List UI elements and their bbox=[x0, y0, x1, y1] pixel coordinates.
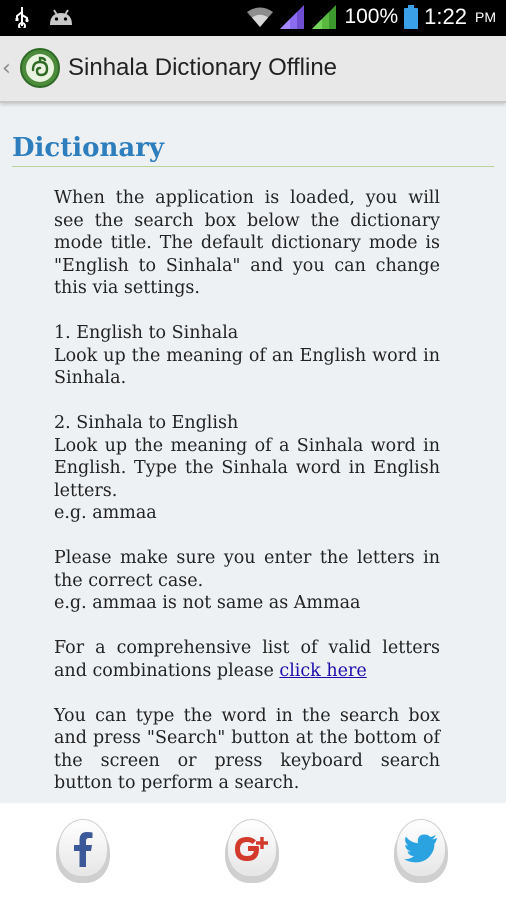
app-logo[interactable] bbox=[20, 48, 60, 88]
letters-text: For a comprehensive list of valid letter… bbox=[54, 638, 440, 681]
mode1-description: Look up the meaning of an English word i… bbox=[54, 345, 440, 389]
section-title: Dictionary bbox=[12, 133, 165, 163]
clock-time: 1:22 bbox=[424, 4, 467, 29]
mode2-description: Look up the meaning of a Sinhala word in… bbox=[54, 435, 440, 501]
google-plus-icon bbox=[235, 837, 268, 861]
mode1-paragraph: 1. English to Sinhala Look up the meanin… bbox=[54, 322, 440, 390]
share-bar bbox=[0, 803, 506, 900]
signal-sim2-icon bbox=[312, 5, 337, 29]
battery-percent: 100% bbox=[344, 5, 399, 28]
twitter-share-button[interactable] bbox=[394, 819, 448, 883]
mode1-title: 1. English to Sinhala bbox=[54, 323, 239, 343]
title-divider bbox=[12, 166, 494, 167]
sinhala-letter-icon bbox=[31, 56, 49, 77]
help-content[interactable]: Dictionary When the application is loade… bbox=[0, 103, 506, 803]
letters-paragraph: For a comprehensive list of valid letter… bbox=[54, 637, 440, 682]
app-title: Sinhala Dictionary Offline bbox=[68, 54, 338, 81]
status-bar: 100% 1:22 PM bbox=[0, 0, 506, 36]
battery-icon bbox=[404, 5, 419, 29]
search-tip-paragraph: You can type the word in the search box … bbox=[54, 705, 440, 794]
clock-ampm: PM bbox=[475, 9, 496, 25]
case-paragraph: Please make sure you enter the letters i… bbox=[54, 547, 440, 615]
back-chevron-icon[interactable]: ‹ bbox=[2, 56, 11, 81]
action-bar: ‹ Sinhala Dictionary Offline bbox=[0, 36, 506, 103]
android-icon bbox=[50, 9, 72, 25]
mode2-title: 2. Sinhala to English bbox=[54, 413, 239, 433]
click-here-link[interactable]: click here bbox=[279, 661, 366, 681]
twitter-icon bbox=[404, 834, 437, 863]
facebook-icon bbox=[74, 832, 93, 867]
status-left bbox=[14, 6, 74, 28]
facebook-share-button[interactable] bbox=[56, 819, 110, 883]
help-article: When the application is loaded, you will… bbox=[54, 187, 440, 803]
wifi-icon bbox=[247, 7, 274, 27]
mode2-example: e.g. ammaa bbox=[54, 503, 157, 523]
status-right: 100% 1:22 PM bbox=[246, 4, 496, 30]
usb-icon bbox=[15, 7, 29, 28]
case-note: Please make sure you enter the letters i… bbox=[54, 548, 440, 591]
app-logo-inner bbox=[26, 54, 54, 82]
mode2-paragraph: 2. Sinhala to English Look up the meanin… bbox=[54, 412, 440, 525]
signal-sim1-icon bbox=[280, 5, 305, 29]
google-plus-share-button[interactable] bbox=[225, 819, 279, 883]
intro-paragraph: When the application is loaded, you will… bbox=[54, 188, 440, 298]
case-example: e.g. ammaa is not same as Ammaa bbox=[54, 593, 361, 613]
